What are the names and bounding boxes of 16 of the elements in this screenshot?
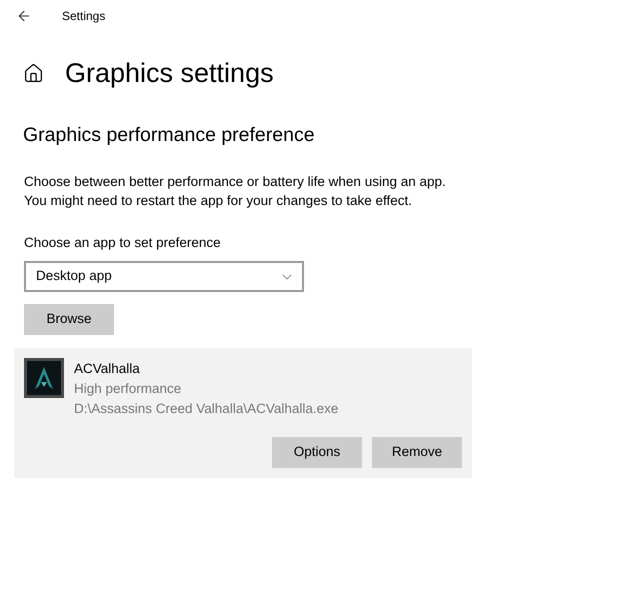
app-icon xyxy=(24,358,64,398)
description-text: Choose between better performance or battery life when using an app. xyxy=(24,173,447,191)
app-name: ACValhalla xyxy=(74,360,141,378)
app-list-item[interactable]: ACValhalla High performance D:\Assassins Creed Valhalla\ACValhalla.exe Options Remove xyxy=(14,348,472,478)
app-path: D:\Assassins Creed Valhalla\ACValhalla.exe xyxy=(74,400,338,418)
section-title: Graphics performance preference xyxy=(23,123,316,148)
browse-button[interactable]: Browse xyxy=(24,304,114,335)
app-preference: High performance xyxy=(74,380,182,398)
page-title: Graphics settings xyxy=(65,57,274,90)
app-type-dropdown[interactable]: Desktop app xyxy=(24,261,304,292)
app-action-button[interactable]: Options xyxy=(272,437,362,468)
window-title: Settings xyxy=(62,8,106,25)
app-action-button[interactable]: Remove xyxy=(372,437,462,468)
app-picker-label: Choose an app to set preference xyxy=(23,234,222,252)
description-text: You might need to restart the app for your changes to take effect. xyxy=(24,192,413,210)
home-icon[interactable] xyxy=(23,62,44,84)
